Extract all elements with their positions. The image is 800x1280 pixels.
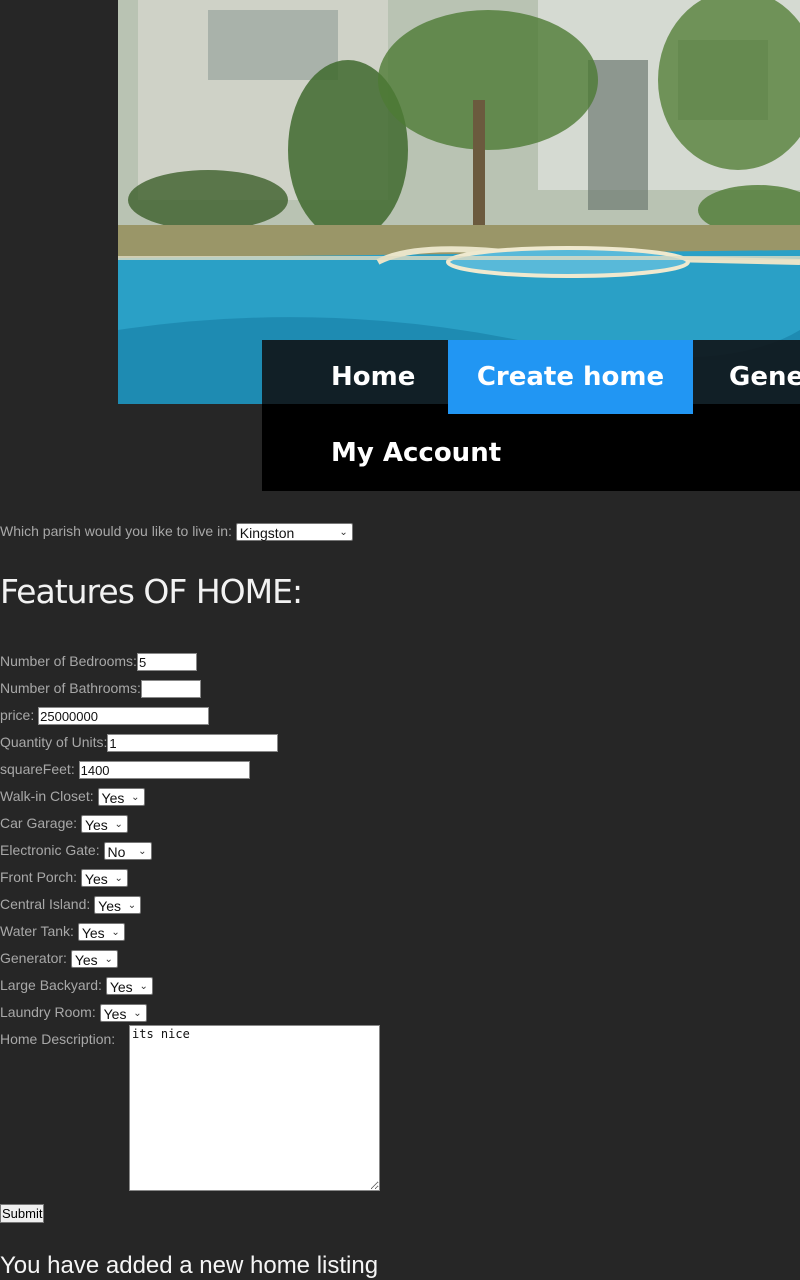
water-tank-label: Water Tank:	[0, 923, 74, 939]
front-porch-row: Front Porch: Yes ⌄	[0, 868, 128, 888]
front-porch-select[interactable]: Yes ⌄	[80, 869, 128, 888]
parish-row: Which parish would you like to live in: …	[0, 522, 353, 542]
nav-home-link[interactable]: Home	[331, 340, 415, 414]
electronic-gate-row: Electronic Gate: No ⌄	[0, 841, 152, 861]
electronic-gate-select[interactable]: No ⌄	[103, 842, 152, 861]
submit-button[interactable]: Submit	[0, 1204, 45, 1223]
bathrooms-label: Number of Bathrooms:	[0, 680, 141, 696]
price-label: price:	[0, 707, 35, 723]
squarefeet-row: squareFeet:	[0, 760, 250, 780]
units-input[interactable]	[107, 734, 279, 753]
chevron-down-icon: ⌄	[139, 981, 148, 993]
chevron-down-icon: ⌄	[133, 1008, 142, 1020]
walk-in-closet-label: Walk-in Closet:	[0, 788, 94, 804]
features-heading: Features OF HOME:	[0, 572, 303, 611]
walk-in-closet-value: Yes	[101, 790, 125, 807]
parish-select-value: Kingston	[239, 525, 295, 542]
bedrooms-row: Number of Bedrooms:	[0, 652, 197, 672]
water-tank-select[interactable]: Yes ⌄	[77, 923, 125, 942]
large-backyard-label: Large Backyard:	[0, 977, 102, 993]
water-tank-row: Water Tank: Yes ⌄	[0, 922, 125, 942]
car-garage-row: Car Garage: Yes ⌄	[0, 814, 128, 834]
units-row: Quantity of Units:	[0, 733, 279, 753]
generator-label: Generator:	[0, 950, 67, 966]
description-label: Home Description:	[0, 1031, 116, 1047]
central-island-select[interactable]: Yes ⌄	[94, 896, 142, 915]
central-island-label: Central Island:	[0, 896, 91, 912]
description-row: Home Description:	[0, 1030, 115, 1048]
water-tank-value: Yes	[81, 925, 105, 942]
front-porch-value: Yes	[84, 871, 108, 888]
laundry-room-select[interactable]: Yes ⌄	[99, 1004, 147, 1023]
front-porch-label: Front Porch:	[0, 869, 78, 885]
success-message: You have added a new home listing	[0, 1252, 379, 1279]
large-backyard-select[interactable]: Yes ⌄	[105, 977, 153, 996]
central-island-row: Central Island: Yes ⌄	[0, 895, 142, 915]
electronic-gate-value: No	[107, 844, 126, 861]
chevron-down-icon: ⌄	[127, 900, 137, 912]
generator-row: Generator: Yes ⌄	[0, 949, 118, 969]
units-label: Quantity of Units:	[0, 734, 108, 750]
chevron-down-icon: ⌄	[111, 927, 120, 939]
large-backyard-row: Large Backyard: Yes ⌄	[0, 976, 153, 996]
generator-value: Yes	[74, 952, 98, 969]
parish-label: Which parish would you like to live in:	[0, 523, 232, 539]
nav-create-home-link[interactable]: Create home	[448, 340, 693, 414]
central-island-value: Yes	[98, 898, 122, 915]
car-garage-value: Yes	[84, 817, 108, 834]
laundry-room-label: Laundry Room:	[0, 1004, 96, 1020]
car-garage-label: Car Garage:	[0, 815, 78, 831]
chevron-down-icon: ⌄	[114, 819, 123, 831]
nav-general-link[interactable]: Gene	[729, 340, 800, 414]
laundry-room-row: Laundry Room: Yes ⌄	[0, 1003, 147, 1023]
laundry-room-value: Yes	[103, 1006, 127, 1023]
car-garage-select[interactable]: Yes ⌄	[80, 815, 128, 834]
nav-my-account-link[interactable]: My Account	[331, 416, 501, 490]
bedrooms-input[interactable]	[136, 653, 197, 672]
bathrooms-row: Number of Bathrooms:	[0, 679, 201, 699]
chevron-down-icon: ⌄	[339, 527, 348, 539]
chevron-down-icon: ⌄	[131, 792, 140, 804]
parish-select[interactable]: Kingston ⌄	[235, 523, 353, 542]
chevron-down-icon: ⌄	[104, 954, 113, 966]
large-backyard-value: Yes	[109, 979, 133, 996]
walk-in-closet-select[interactable]: Yes ⌄	[97, 788, 145, 807]
bedrooms-label: Number of Bedrooms:	[0, 653, 137, 669]
walk-in-closet-row: Walk-in Closet: Yes ⌄	[0, 787, 145, 807]
main-nav: Home Create home Gene My Account	[262, 340, 800, 491]
bathrooms-input[interactable]	[140, 680, 201, 699]
squarefeet-input[interactable]	[78, 761, 250, 780]
price-row: price:	[0, 706, 210, 726]
generator-select[interactable]: Yes ⌄	[70, 950, 118, 969]
chevron-down-icon: ⌄	[114, 873, 123, 885]
price-input[interactable]	[38, 707, 210, 726]
squarefeet-label: squareFeet:	[0, 761, 75, 777]
chevron-down-icon: ⌄	[138, 846, 147, 858]
electronic-gate-label: Electronic Gate:	[0, 842, 100, 858]
description-textarea[interactable]: its nice	[129, 1025, 380, 1191]
